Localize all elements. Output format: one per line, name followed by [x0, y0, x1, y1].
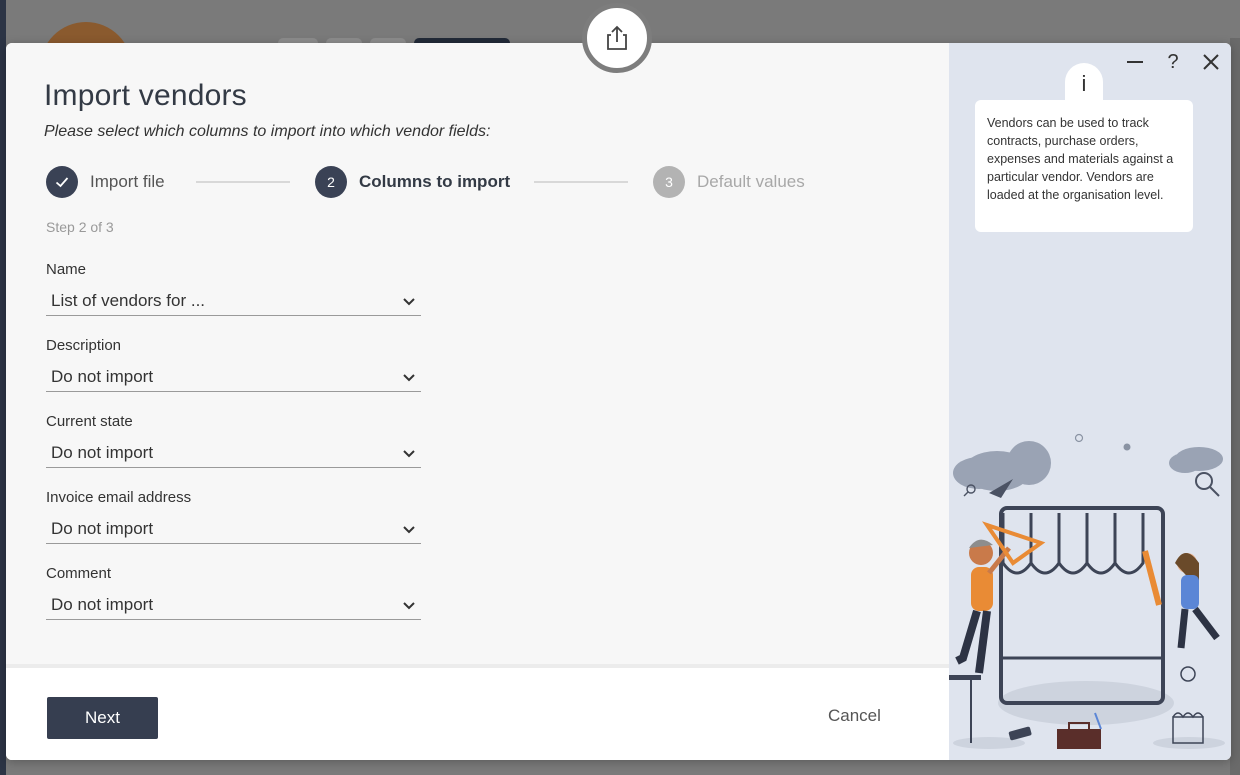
field-current-state: Current state Do not import	[46, 413, 421, 468]
comment-column-select[interactable]: Do not import	[46, 590, 421, 620]
export-icon	[607, 25, 627, 50]
dialog-subtitle: Please select which columns to import in…	[44, 123, 491, 140]
step-circle-active: 2	[315, 166, 347, 198]
field-label: Invoice email address	[46, 489, 192, 506]
step-label: Default values	[697, 172, 805, 191]
close-icon	[1203, 54, 1219, 70]
step-import-file: Import file	[46, 166, 165, 198]
minimize-button[interactable]	[1122, 49, 1148, 75]
step-circle-done	[46, 166, 78, 198]
check-icon	[55, 177, 69, 188]
field-label: Comment	[46, 565, 112, 582]
field-label: Description	[46, 337, 122, 354]
background-right-edge	[1230, 38, 1240, 775]
description-column-select[interactable]: Do not import	[46, 362, 421, 392]
step-columns-to-import: 2 Columns to import	[315, 166, 510, 198]
info-bubble: Vendors can be used to track contracts, …	[975, 100, 1193, 232]
chevron-down-icon	[403, 601, 415, 609]
chevron-down-icon	[403, 449, 415, 457]
select-value: Do not import	[51, 366, 154, 386]
chevron-down-icon	[403, 373, 415, 381]
cancel-button[interactable]: Cancel	[828, 706, 881, 726]
field-label: Current state	[46, 413, 133, 430]
select-value: Do not import	[51, 518, 154, 538]
help-button[interactable]: ?	[1160, 49, 1186, 75]
help-icon: ?	[1167, 50, 1179, 73]
field-name: Name List of vendors for ...	[46, 261, 421, 316]
step-label: Import file	[90, 172, 165, 191]
field-description: Description Do not import	[46, 337, 421, 392]
field-label: Name	[46, 261, 87, 278]
stepper: Import file 2 Columns to import 3 Defaul…	[46, 166, 826, 198]
step-default-values: 3 Default values	[653, 166, 805, 198]
select-value: Do not import	[51, 442, 154, 462]
export-badge	[582, 3, 652, 73]
step-label: Columns to import	[359, 172, 511, 191]
step-counter: Step 2 of 3	[46, 219, 114, 235]
field-invoice-email: Invoice email address Do not import	[46, 489, 421, 544]
chevron-down-icon	[403, 525, 415, 533]
chevron-down-icon	[403, 297, 415, 305]
minimize-icon	[1127, 61, 1143, 63]
name-column-select[interactable]: List of vendors for ...	[46, 286, 421, 316]
current-state-column-select[interactable]: Do not import	[46, 438, 421, 468]
select-value: Do not import	[51, 594, 154, 614]
step-connector	[196, 181, 290, 183]
invoice-email-column-select[interactable]: Do not import	[46, 514, 421, 544]
next-button[interactable]: Next	[47, 697, 158, 739]
dialog-footer: Next Cancel	[6, 664, 949, 760]
dialog-title: Import vendors	[44, 79, 247, 112]
field-comment: Comment Do not import	[46, 565, 421, 620]
dialog-main-panel: Import vendors Please select which colum…	[6, 43, 949, 760]
step-connector	[534, 181, 628, 183]
step-circle-todo: 3	[653, 166, 685, 198]
select-value: List of vendors for ...	[51, 290, 206, 310]
info-icon: i	[1065, 63, 1103, 105]
close-button[interactable]	[1198, 49, 1224, 75]
